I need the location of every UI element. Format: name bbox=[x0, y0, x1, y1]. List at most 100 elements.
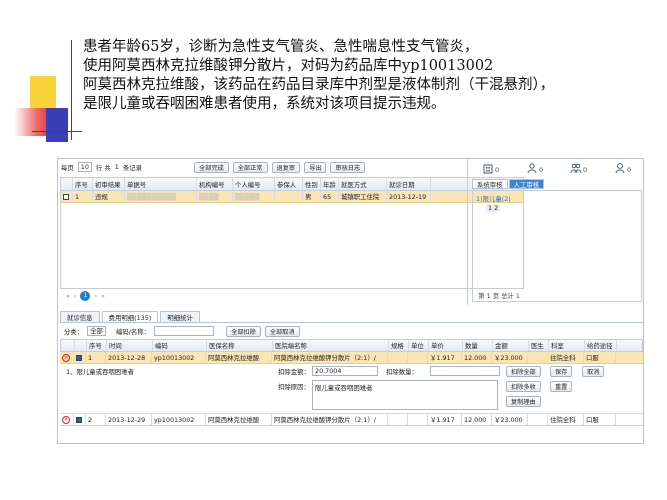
fee-row[interactable]: ✕ 1 2013-12-28 yp10013002 阿莫西林克拉维酸 阿莫西林克… bbox=[60, 352, 643, 364]
fee-col-time: 时间 bbox=[107, 340, 153, 351]
deduct-amount-label: 扣除金额： bbox=[278, 368, 310, 376]
fee-col-doctor: 医生 bbox=[529, 340, 549, 351]
fee-col-check[interactable] bbox=[75, 340, 87, 351]
fee-row-action[interactable]: ✕ bbox=[60, 352, 74, 363]
stat-doctor[interactable]: 0 bbox=[526, 162, 543, 174]
records-label: 条记录 bbox=[122, 163, 142, 172]
detail-section: 就诊信息 费用明细(135) 明细统计 分类： 全部 编码/名称： 全部扣除 全… bbox=[60, 311, 643, 443]
fee-row-time: 2013-12-28 bbox=[106, 352, 152, 363]
col-check[interactable] bbox=[61, 178, 73, 190]
col-visit-date: 就诊日期 bbox=[387, 178, 431, 190]
decor-vertical-line bbox=[71, 40, 72, 140]
tab-manual-audit[interactable]: 人工审核 bbox=[508, 179, 545, 189]
fee-row-action[interactable]: ✕ bbox=[60, 414, 74, 425]
col-document-no: 单据号 bbox=[125, 178, 197, 190]
fee-row-doctor bbox=[528, 414, 548, 425]
user-icon bbox=[615, 163, 625, 174]
cancel-all-button[interactable]: 全部取消 bbox=[264, 325, 300, 337]
fee-row-price: ￥1.917 bbox=[428, 352, 462, 363]
col-personal-no: 个人编号 bbox=[233, 178, 275, 190]
copy-reason-button[interactable]: 复制理由 bbox=[506, 396, 541, 407]
complete-all-button[interactable]: 全部完成 bbox=[194, 161, 229, 173]
fee-row-time: 2013-12-29 bbox=[106, 414, 152, 425]
rule-tree-item[interactable]: 1)限儿童(2) bbox=[476, 194, 638, 203]
save-button[interactable]: 保存 bbox=[550, 366, 573, 377]
return-review-button[interactable]: 退复审 bbox=[271, 161, 301, 173]
all-normal-button[interactable]: 全部正常 bbox=[232, 161, 268, 173]
rule-tree-values[interactable]: 1 2 bbox=[486, 204, 501, 212]
per-page-select[interactable]: 10 bbox=[77, 162, 92, 172]
close-circle-icon[interactable]: ✕ bbox=[62, 353, 70, 362]
fee-row-check[interactable] bbox=[74, 352, 86, 363]
tab-visit-info[interactable]: 就诊信息 bbox=[60, 311, 100, 322]
case-line-3: 阿莫西林克拉维酸，该药品在药品目录库中剂型是液体制剂（干混悬剂）， bbox=[83, 77, 555, 93]
audit-log-button[interactable]: 审核日志 bbox=[330, 161, 366, 173]
fee-row-route: 口服 bbox=[584, 414, 616, 425]
checkbox-icon[interactable] bbox=[63, 193, 69, 200]
export-button[interactable]: 导出 bbox=[304, 161, 327, 173]
stat-user[interactable]: 0 bbox=[614, 162, 631, 174]
deduct-all-detail-button[interactable]: 扣除全部 bbox=[506, 366, 541, 377]
checkbox-checked-icon[interactable] bbox=[76, 354, 82, 361]
audit-screenshot: 每页 10 行 共 1 条记录 全部完成 全部正常 退复审 导出 审核日志 序号… bbox=[57, 158, 644, 444]
fee-table-header: 序号 时间 编码 医保名称 医院端名称 规格 单位 单价 数量 金额 医生 科室… bbox=[60, 339, 643, 352]
row-checkbox[interactable] bbox=[61, 191, 73, 202]
claims-table-header: 序号 初审结果 单据号 机构编号 个人编号 参保人 性别 年龄 就医方式 就诊日… bbox=[61, 178, 523, 191]
fee-row-insurance-name: 阿莫西林克拉维酸 bbox=[206, 352, 272, 363]
prev-page-icon[interactable]: ‹ bbox=[74, 292, 77, 300]
checkbox-checked-icon[interactable] bbox=[76, 416, 82, 423]
fee-row-doctor bbox=[528, 352, 548, 363]
fee-row-insurance-name: 阿莫西林克拉维酸 bbox=[206, 414, 272, 425]
fee-col-amount: 金额 bbox=[493, 340, 529, 351]
total-label: 行 共 bbox=[95, 163, 111, 172]
row-document-no: ▒▒▒▒▒▒▒▒▒▒ bbox=[125, 191, 197, 202]
stat-multi-user[interactable]: 0 bbox=[570, 162, 587, 174]
reset-button[interactable]: 重置 bbox=[550, 381, 573, 392]
fee-col-insurance-name: 医保名称 bbox=[207, 340, 273, 351]
deduct-amount-input[interactable]: 20.7004 bbox=[312, 366, 378, 376]
claims-table: 序号 初审结果 单据号 机构编号 个人编号 参保人 性别 年龄 就医方式 就诊日… bbox=[60, 177, 524, 289]
tab-system-audit[interactable]: 系统审核 bbox=[472, 179, 508, 189]
page-number[interactable]: 1 bbox=[80, 290, 91, 301]
fee-row-spec bbox=[388, 352, 408, 363]
deduct-reason-textarea[interactable]: 限儿童或吞咽困难者 bbox=[312, 380, 498, 410]
tab-detail-stats[interactable]: 明细统计 bbox=[160, 311, 200, 322]
fee-row-qty: 12.000 bbox=[462, 352, 492, 363]
deduct-overcharge-button[interactable]: 扣除多收 bbox=[506, 381, 541, 392]
fee-col-code: 编码 bbox=[153, 340, 207, 351]
fee-row-dept: 住院全科 bbox=[548, 414, 584, 425]
stat-doctor-value: 0 bbox=[539, 166, 544, 174]
fee-row[interactable]: ✕ 2 2013-12-29 yp10013002 阿莫西林克拉维酸 阿莫西林克… bbox=[60, 414, 643, 426]
category-select[interactable]: 全部 bbox=[87, 326, 106, 336]
tab-fee-detail[interactable]: 费用明细(135) bbox=[101, 311, 159, 322]
pagination: « ‹ 1 › » 第 1 页 总计 1 bbox=[60, 287, 524, 304]
decor-blue-square bbox=[46, 108, 68, 142]
per-page-label: 每页 bbox=[61, 163, 74, 172]
row-gender: 男 bbox=[303, 191, 321, 202]
fee-row-route: 口服 bbox=[584, 352, 616, 363]
fee-row-check[interactable] bbox=[74, 414, 86, 425]
first-page-icon[interactable]: « bbox=[66, 292, 70, 300]
fee-col-index: 序号 bbox=[87, 340, 107, 351]
last-page-icon[interactable]: » bbox=[101, 292, 105, 300]
col-visit-type: 就医方式 bbox=[339, 178, 387, 190]
audit-tabs: 系统审核 人工审核 bbox=[472, 179, 545, 189]
stat-building[interactable]: 0 bbox=[482, 162, 499, 174]
case-line-4: 是限儿童或吞咽困难患者使用，系统对该项目提示违规。 bbox=[83, 96, 446, 112]
category-label: 分类： bbox=[64, 327, 84, 336]
table-row[interactable]: 1 违规 ▒▒▒▒▒▒▒▒▒▒ ▒▒▒▒ ▒▒▒▒▒ 男 65 城镇职工住院 2… bbox=[61, 191, 523, 203]
deduct-all-button[interactable]: 全部扣除 bbox=[226, 325, 261, 337]
fee-row-amount: ￥23.000 bbox=[492, 414, 528, 425]
audit-side-panel: 0 0 0 0 系统审核 人工审核 1)限儿童(2) 1 2 bbox=[467, 159, 643, 305]
filter-bar: 分类： 全部 编码/名称： 全部扣除 全部取消 bbox=[60, 323, 643, 339]
row-age: 65 bbox=[321, 191, 339, 202]
fee-col-dept: 科室 bbox=[549, 340, 585, 351]
deduction-detail-panel: 1、限儿童或吞咽困难者 扣除金额： 20.7004 扣除数量： 扣除原因： 限儿… bbox=[60, 364, 643, 414]
next-page-icon[interactable]: › bbox=[94, 292, 97, 300]
cancel-button[interactable]: 取消 bbox=[582, 366, 605, 377]
search-input[interactable] bbox=[154, 326, 215, 336]
close-circle-icon[interactable]: ✕ bbox=[62, 415, 70, 424]
deduct-qty-input[interactable] bbox=[430, 366, 500, 376]
multi-user-icon bbox=[570, 163, 582, 174]
fee-row-amount: ￥23.000 bbox=[492, 352, 528, 363]
